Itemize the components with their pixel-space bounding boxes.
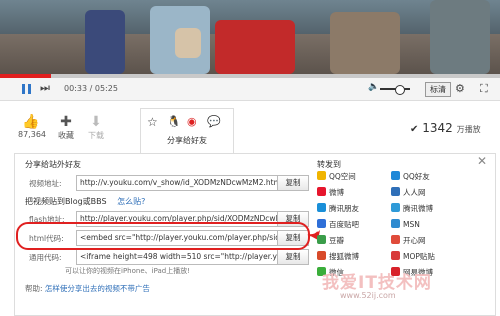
- settings-icon[interactable]: ⚙: [455, 82, 465, 95]
- share-site-right-2[interactable]: 腾讯微博: [391, 203, 433, 214]
- view-count: ✔ 1342 万播放: [410, 121, 481, 135]
- share-site-left-0[interactable]: QQ空间: [317, 171, 356, 182]
- speaker-icon[interactable]: 🔈: [368, 82, 379, 92]
- view-count-unit: 万播放: [456, 125, 481, 134]
- share-site-icon: [391, 203, 400, 212]
- download-button[interactable]: ⬇ 下载: [86, 114, 106, 141]
- share-site-icon: [391, 171, 400, 180]
- share-site-icon: [317, 171, 326, 180]
- video-figure-3: [175, 28, 201, 58]
- share-site-right-3[interactable]: MSN: [391, 219, 420, 229]
- volume-knob[interactable]: [394, 85, 405, 95]
- share-site-right-5[interactable]: MOP贴贴: [391, 251, 435, 262]
- video-figure-6: [430, 0, 490, 74]
- time-display: 00:33 / 05:25: [64, 84, 118, 93]
- watermark-url: www.52ij.com: [340, 291, 396, 300]
- star-icon: ☆: [147, 115, 158, 129]
- watermark-text: 我爱IT技术网: [322, 273, 432, 293]
- share-site-right-1[interactable]: 人人网: [391, 187, 426, 198]
- volume-control[interactable]: 🔈: [368, 82, 410, 95]
- weibo-icon: ◉: [187, 115, 197, 128]
- qq-icon: 🐧: [167, 115, 181, 128]
- share-site-left-2[interactable]: 腾讯朋友: [317, 203, 359, 214]
- share-site-icon: [391, 219, 400, 228]
- like-count: 87,364: [18, 130, 46, 139]
- share-site-icon: [391, 251, 400, 260]
- share-site-icon: [391, 235, 400, 244]
- favorite-button[interactable]: ✚ 收藏: [56, 114, 76, 141]
- share-tab[interactable]: ☆ 🐧 ◉ 💬 分享给好友: [140, 108, 234, 155]
- video-figure-4: [215, 20, 295, 74]
- like-button[interactable]: 👍 87,364: [18, 114, 46, 139]
- share-site-icon: [391, 187, 400, 196]
- share-site-left-5[interactable]: 搜狐微博: [317, 251, 359, 262]
- video-frame[interactable]: [0, 0, 500, 74]
- video-figure-1: [85, 10, 125, 74]
- share-site-icon: [317, 251, 326, 260]
- share-site-icon: [317, 203, 326, 212]
- share-site-left-1[interactable]: 微博: [317, 187, 344, 198]
- forward-title: 转发到: [317, 160, 341, 169]
- share-site-icon: [317, 187, 326, 196]
- video-figure-5: [330, 12, 400, 74]
- share-site-left-3[interactable]: 百度贴吧: [317, 219, 359, 230]
- pause-button[interactable]: [22, 84, 32, 94]
- quality-button[interactable]: 标清: [425, 82, 451, 97]
- share-site-right-4[interactable]: 开心网: [391, 235, 426, 246]
- view-count-number: 1342: [422, 121, 453, 135]
- wechat-icon: 💬: [207, 115, 221, 128]
- download-icon: ⬇: [90, 114, 102, 130]
- share-site-left-4[interactable]: 豆瓣: [317, 235, 344, 246]
- share-site-icon: [317, 219, 326, 228]
- plus-icon: ✚: [60, 114, 72, 130]
- thumbs-up-icon: 👍: [22, 114, 40, 130]
- current-time: 00:33: [64, 84, 88, 93]
- share-label: 分享给好友: [167, 136, 207, 145]
- fullscreen-icon[interactable]: ⛶: [480, 82, 488, 96]
- next-icon[interactable]: ⏭: [40, 81, 50, 95]
- share-site-right-0[interactable]: QQ好友: [391, 171, 430, 182]
- share-site-icon: [317, 235, 326, 244]
- total-time: 05:25: [94, 84, 118, 93]
- chevron-check-icon: ✔: [410, 124, 419, 135]
- control-bar: ⏭ 00:33 / 05:25 🔈 标清 ⚙ ⛶: [0, 78, 500, 101]
